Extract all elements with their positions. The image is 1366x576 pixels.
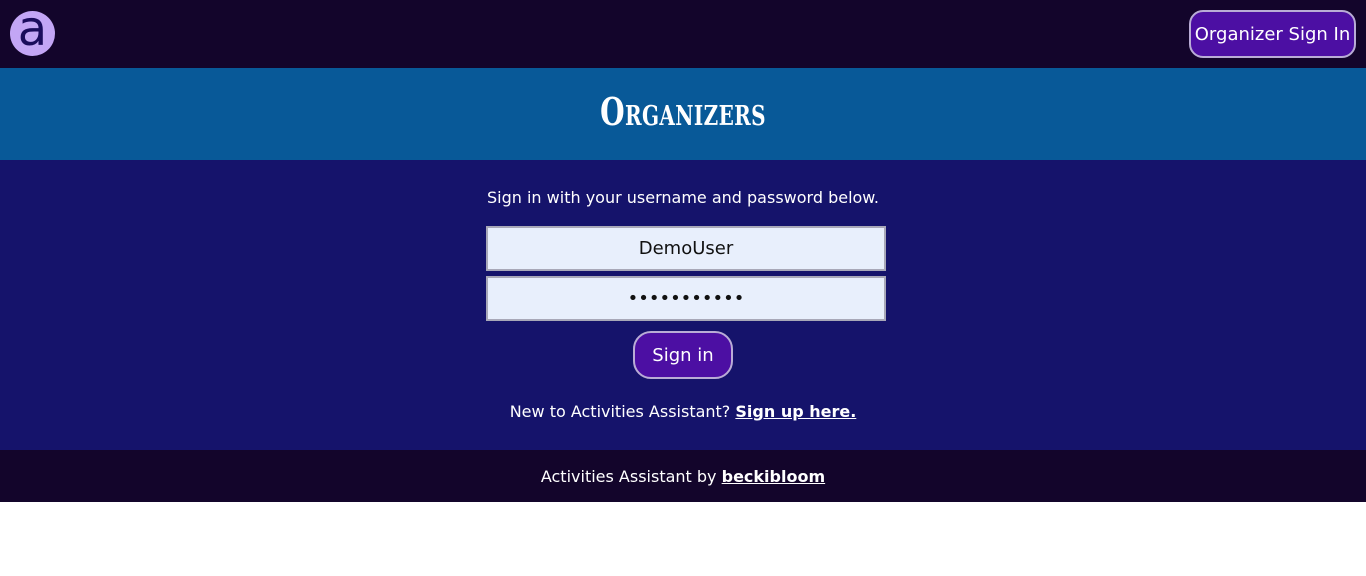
sign-up-link[interactable]: Sign up here. bbox=[735, 402, 856, 421]
sign-up-prompt: New to Activities Assistant? Sign up her… bbox=[0, 402, 1366, 421]
page-title: Organizers bbox=[600, 88, 766, 134]
app-logo[interactable]: a bbox=[10, 11, 55, 56]
sign-in-button[interactable]: Sign in bbox=[633, 331, 733, 379]
page-footer: Activities Assistant by beckibloom bbox=[0, 450, 1366, 502]
author-link[interactable]: beckibloom bbox=[722, 467, 826, 486]
organizer-sign-in-button[interactable]: Organizer Sign In bbox=[1189, 10, 1356, 58]
username-input[interactable] bbox=[486, 226, 886, 271]
sign-in-section: Sign in with your username and password … bbox=[0, 160, 1366, 450]
logo-letter: a bbox=[17, 11, 48, 56]
footer-text: Activities Assistant by bbox=[540, 466, 717, 486]
password-input[interactable] bbox=[486, 276, 886, 321]
sign-in-instructions: Sign in with your username and password … bbox=[487, 188, 879, 207]
page-banner: Organizers bbox=[0, 68, 1366, 160]
top-nav-bar: a Organizer Sign In bbox=[0, 0, 1366, 68]
sign-up-prompt-text: New to Activities Assistant? bbox=[509, 402, 736, 421]
